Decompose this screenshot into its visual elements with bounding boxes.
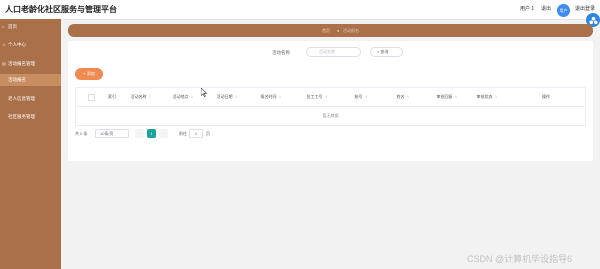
page-number-current[interactable]: 1 bbox=[147, 129, 156, 138]
column-header-review-status[interactable]: 审核状态 ⇕ bbox=[466, 88, 508, 106]
column-header-activity-location[interactable]: 活动地点 ⇕ bbox=[162, 88, 204, 106]
page-unit-label: 页 bbox=[206, 131, 210, 136]
prev-page-button[interactable]: ‹ bbox=[135, 129, 144, 138]
breadcrumb: 首页 ● 活动报名 bbox=[68, 24, 593, 37]
search-input[interactable]: 活动名称 bbox=[306, 47, 361, 57]
sidebar-item-profile[interactable]: ☺ 个人中心 bbox=[0, 39, 61, 51]
logout-link[interactable]: 退出登录 bbox=[575, 5, 595, 12]
avatar[interactable]: 用户 bbox=[557, 4, 570, 17]
breadcrumb-separator: ● bbox=[337, 28, 340, 33]
column-header-name[interactable]: 姓名 ⇕ bbox=[382, 88, 424, 106]
query-button-label: 查询 bbox=[380, 49, 389, 54]
column-header-review-reply[interactable]: 审核回复 ⇕ bbox=[426, 88, 468, 106]
page-size-select[interactable]: 10条/页 bbox=[95, 129, 129, 138]
query-button[interactable]: ⌕ 查询 bbox=[370, 47, 403, 57]
watermark: CSDN @计算机毕设指导6 bbox=[467, 254, 573, 264]
column-header-signup-time[interactable]: 报名时间 ⇕ bbox=[250, 88, 292, 106]
app-title: 人口老龄化社区服务与管理平台 bbox=[5, 5, 117, 14]
table-header: 索引 活动名称 ⇕ 活动地点 ⇕ 活动日期 ⇕ 报名时间 ⇕ 员工工号 ⇕ 账号 ⇕ 姓名 ⇕… bbox=[76, 88, 585, 107]
pagination-total: 共 0 条 bbox=[75, 131, 88, 136]
sidebar-item-label: 社区服务管理 bbox=[8, 114, 35, 119]
sidebar-item-label: 活动报名 bbox=[8, 77, 26, 82]
column-header-account[interactable]: 账号 ⇕ bbox=[340, 88, 382, 106]
goto-label: 前往 bbox=[179, 131, 187, 136]
user-icon: ☺ bbox=[2, 42, 7, 47]
select-all-checkbox[interactable] bbox=[88, 94, 95, 101]
sidebar-item-elderly-info[interactable]: 老人信息管理 bbox=[0, 93, 61, 105]
main-content: 首页 ● 活动报名 活动名称 活动名称 ⌕ 查询 + 添加 索引 活动名称 ⇕ 活… bbox=[61, 19, 600, 269]
content-panel: 活动名称 活动名称 ⌕ 查询 + 添加 索引 活动名称 ⇕ 活动地点 ⇕ 活动日期 ⇕… bbox=[68, 41, 593, 161]
mouse-cursor-icon bbox=[201, 88, 208, 97]
sidebar-item-activity-signup[interactable]: 活动报名 bbox=[0, 74, 61, 86]
search-label: 活动名称 bbox=[272, 50, 290, 55]
calendar-icon: ▤ bbox=[2, 61, 6, 66]
sidebar-item-label: 首页 bbox=[8, 24, 17, 29]
column-header-employee-id[interactable]: 员工工号 ⇕ bbox=[296, 88, 338, 106]
next-page-button[interactable]: › bbox=[159, 129, 168, 138]
home-icon: ⌂ bbox=[2, 24, 5, 29]
sidebar-item-activity-signup-mgmt[interactable]: ▤ 活动报名管理 bbox=[0, 58, 61, 70]
breadcrumb-home[interactable]: 首页 bbox=[322, 28, 330, 34]
pagination: 共 0 条 10条/页 ‹ 1 › 前往 1 页 bbox=[75, 129, 375, 139]
sidebar-item-label: 个人中心 bbox=[8, 42, 26, 47]
sidebar: ⌂ 首页 ☺ 个人中心 ▤ 活动报名管理 活动报名 老人信息管理 社区服务管理 bbox=[0, 19, 61, 269]
breadcrumb-current: 活动报名 bbox=[343, 28, 359, 33]
sidebar-item-home[interactable]: ⌂ 首页 bbox=[0, 21, 61, 33]
add-button[interactable]: + 添加 bbox=[75, 68, 103, 80]
sidebar-item-label: 活动报名管理 bbox=[8, 61, 35, 66]
current-user: 用户 1 bbox=[520, 6, 535, 12]
goto-page-input[interactable]: 1 bbox=[189, 129, 203, 138]
column-header-activity-name[interactable]: 活动名称 ⇕ bbox=[120, 88, 162, 106]
exit-link[interactable]: 退出 bbox=[541, 5, 551, 12]
sidebar-item-community-service[interactable]: 社区服务管理 bbox=[0, 111, 61, 123]
top-bar: 人口老龄化社区服务与管理平台 用户 1 退出 用户 退出登录 bbox=[0, 0, 600, 20]
search-icon: ⌕ bbox=[377, 49, 380, 54]
table-empty-text: 暂无数据 bbox=[322, 113, 339, 118]
sidebar-item-label: 老人信息管理 bbox=[8, 96, 35, 101]
column-header-activity-date[interactable]: 活动日期 ⇕ bbox=[206, 88, 248, 106]
column-header-actions: 操作 bbox=[542, 94, 550, 99]
data-table: 索引 活动名称 ⇕ 活动地点 ⇕ 活动日期 ⇕ 报名时间 ⇕ 员工工号 ⇕ 账号 ⇕ 姓名 ⇕… bbox=[75, 87, 586, 126]
